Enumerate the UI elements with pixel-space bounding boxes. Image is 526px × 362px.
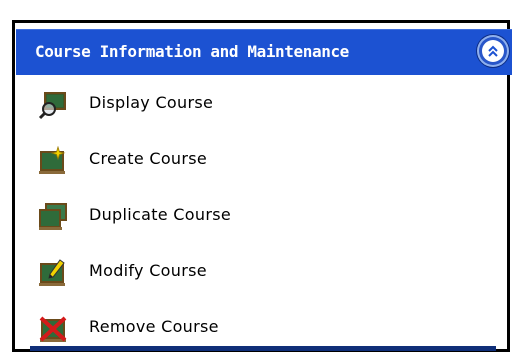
menu-item-label: Display Course (89, 93, 214, 112)
menu-item-display-course[interactable]: Display Course (16, 75, 512, 131)
course-actions-menu: Display Course Create Course Duplicate C… (16, 75, 512, 355)
menu-item-create-course[interactable]: Create Course (16, 131, 512, 187)
menu-item-label: Modify Course (89, 261, 207, 280)
sparkle-board-icon (38, 145, 68, 176)
menu-item-duplicate-course[interactable]: Duplicate Course (16, 187, 512, 243)
stacked-boards-icon (38, 202, 68, 232)
panel-title: Course Information and Maintenance (35, 42, 349, 61)
magnifier-board-icon (38, 90, 68, 120)
menu-item-label: Duplicate Course (89, 205, 231, 224)
menu-item-modify-course[interactable]: Modify Course (16, 243, 512, 299)
red-x-board-icon (38, 314, 68, 344)
pencil-board-icon (38, 258, 68, 288)
double-chevron-up-icon (482, 40, 504, 62)
menu-item-label: Remove Course (89, 317, 219, 336)
menu-item-label: Create Course (89, 149, 208, 168)
collapse-button[interactable] (479, 37, 507, 65)
panel-header: Course Information and Maintenance (16, 29, 512, 75)
panel-bottom-border (30, 346, 496, 351)
